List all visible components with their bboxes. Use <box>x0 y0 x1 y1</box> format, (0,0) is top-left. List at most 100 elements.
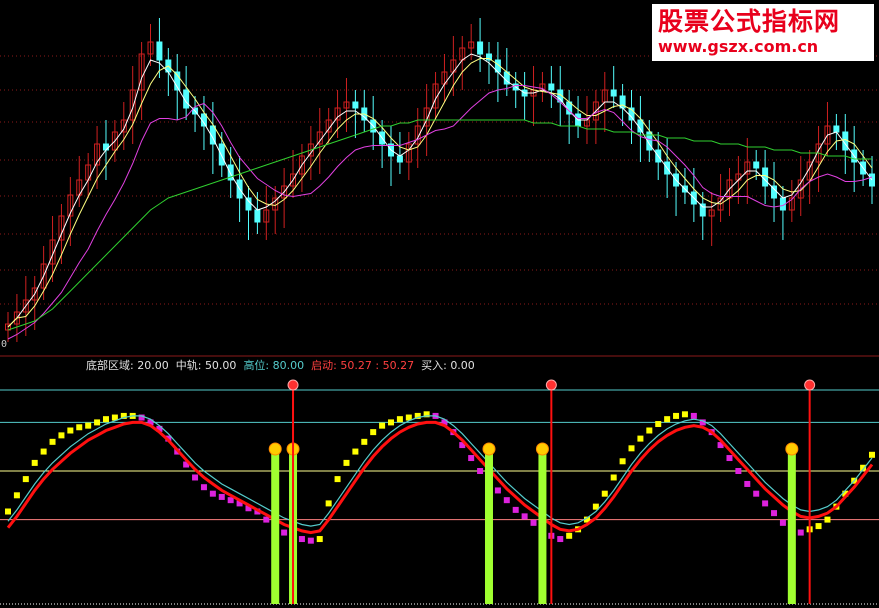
main-axis-zero-label: 0 <box>1 339 8 350</box>
bottom-zone-label: 底部区域: <box>86 359 134 372</box>
osc-bar <box>67 427 74 434</box>
candle-body <box>352 101 359 109</box>
osc-bar <box>13 492 20 499</box>
osc-bar <box>521 513 528 520</box>
sell-signal-icon <box>545 379 557 391</box>
osc-bar <box>779 519 786 526</box>
osc-bar <box>610 474 617 481</box>
osc-bar <box>307 537 314 544</box>
osc-bar <box>209 490 216 497</box>
buy-signal-icon <box>482 442 496 456</box>
buy-signal-icon <box>268 442 282 456</box>
bottom-zone-value: 20.00 <box>137 359 169 372</box>
osc-bar <box>869 451 875 458</box>
osc-bar <box>352 448 359 455</box>
osc-bar <box>619 458 626 465</box>
osc-bar <box>361 438 368 445</box>
candle-body <box>833 125 840 133</box>
osc-bar <box>512 506 519 513</box>
osc-bar <box>343 459 350 466</box>
osc-bar <box>797 529 804 536</box>
buy-signal-bar <box>787 452 796 604</box>
high-value: 80.00 <box>272 359 305 372</box>
osc-bar <box>49 438 56 445</box>
sell-signal-icon <box>804 379 816 391</box>
osc-bar <box>637 435 644 442</box>
candle-body <box>753 161 760 169</box>
osc-bar <box>388 419 395 426</box>
osc-bar <box>815 523 822 530</box>
candle-body <box>102 143 109 151</box>
watermark-url: www.gszx.com.cn <box>658 37 819 56</box>
osc-bar <box>281 529 288 536</box>
ma-long-line <box>7 85 873 340</box>
candle-body <box>156 41 163 61</box>
osc-bar <box>5 508 11 515</box>
osc-bar <box>192 474 199 481</box>
osc-bar <box>771 510 778 517</box>
osc-bar <box>735 468 742 474</box>
start-sep: : <box>375 359 380 372</box>
start-value-2: 50.27 <box>382 359 415 372</box>
osc-bar <box>646 427 653 434</box>
candle-body <box>548 83 555 91</box>
candle-body <box>477 41 484 55</box>
indicator-header: 底部区域: 20.00 中轨: 50.00 高位: 80.00 启动: 50.2… <box>86 359 475 373</box>
osc-bar <box>22 476 29 483</box>
osc-bar <box>31 459 38 466</box>
osc-bar <box>468 455 475 462</box>
osc-bar <box>726 455 733 462</box>
osc-bar <box>628 445 635 452</box>
buy-signal-bar <box>538 452 547 604</box>
osc-bar <box>503 497 510 504</box>
osc-bar <box>762 500 769 507</box>
start-value-1: 50.27 <box>340 359 372 372</box>
osc-bar <box>673 412 680 419</box>
sell-signal-icon <box>287 379 299 391</box>
candle-body <box>254 209 261 223</box>
watermark-title: 股票公式指标网 <box>658 7 841 36</box>
buy-value: 0.00 <box>450 359 475 372</box>
osc-bar <box>325 500 332 507</box>
candle-body <box>610 89 617 97</box>
buy-signal-bar <box>484 452 493 604</box>
osc-bar <box>601 490 608 497</box>
osc-bar <box>690 412 697 419</box>
osc-bar <box>94 419 101 426</box>
osc-bar <box>396 416 403 423</box>
osc-bar <box>681 411 688 418</box>
candle-body <box>396 155 403 163</box>
high-label: 高位: <box>243 359 270 372</box>
middle-label: 中轨: <box>175 359 202 372</box>
osc-bar <box>824 516 831 523</box>
buy-signal-icon <box>535 442 549 456</box>
osc-bar <box>664 416 671 423</box>
osc-bar <box>40 448 47 455</box>
buy-label: 买入: <box>421 359 447 372</box>
osc-bar <box>76 424 83 431</box>
osc-bar <box>494 487 501 494</box>
osc-bar <box>557 536 564 543</box>
candle-body <box>762 167 769 187</box>
osc-trend-line <box>6 420 874 535</box>
osc-bar <box>58 432 65 439</box>
ma-mid-line <box>7 58 873 328</box>
osc-bar <box>566 532 573 539</box>
buy-signal-bar <box>271 452 280 604</box>
ma-short-line <box>7 53 873 328</box>
candle-body <box>218 143 225 166</box>
stock-chart <box>0 18 879 605</box>
osc-bar <box>85 422 92 429</box>
osc-bar <box>200 484 207 491</box>
osc-bar <box>370 429 377 436</box>
osc-bar <box>218 493 225 500</box>
osc-bar <box>744 480 751 487</box>
osc-bar <box>530 519 537 526</box>
osc-bar <box>334 476 341 483</box>
middle-value: 50.00 <box>204 359 237 372</box>
osc-bar <box>753 490 760 497</box>
osc-bar <box>298 536 305 543</box>
osc-bar <box>102 416 109 423</box>
osc-bar <box>379 422 386 429</box>
buy-signal-icon <box>785 442 799 456</box>
